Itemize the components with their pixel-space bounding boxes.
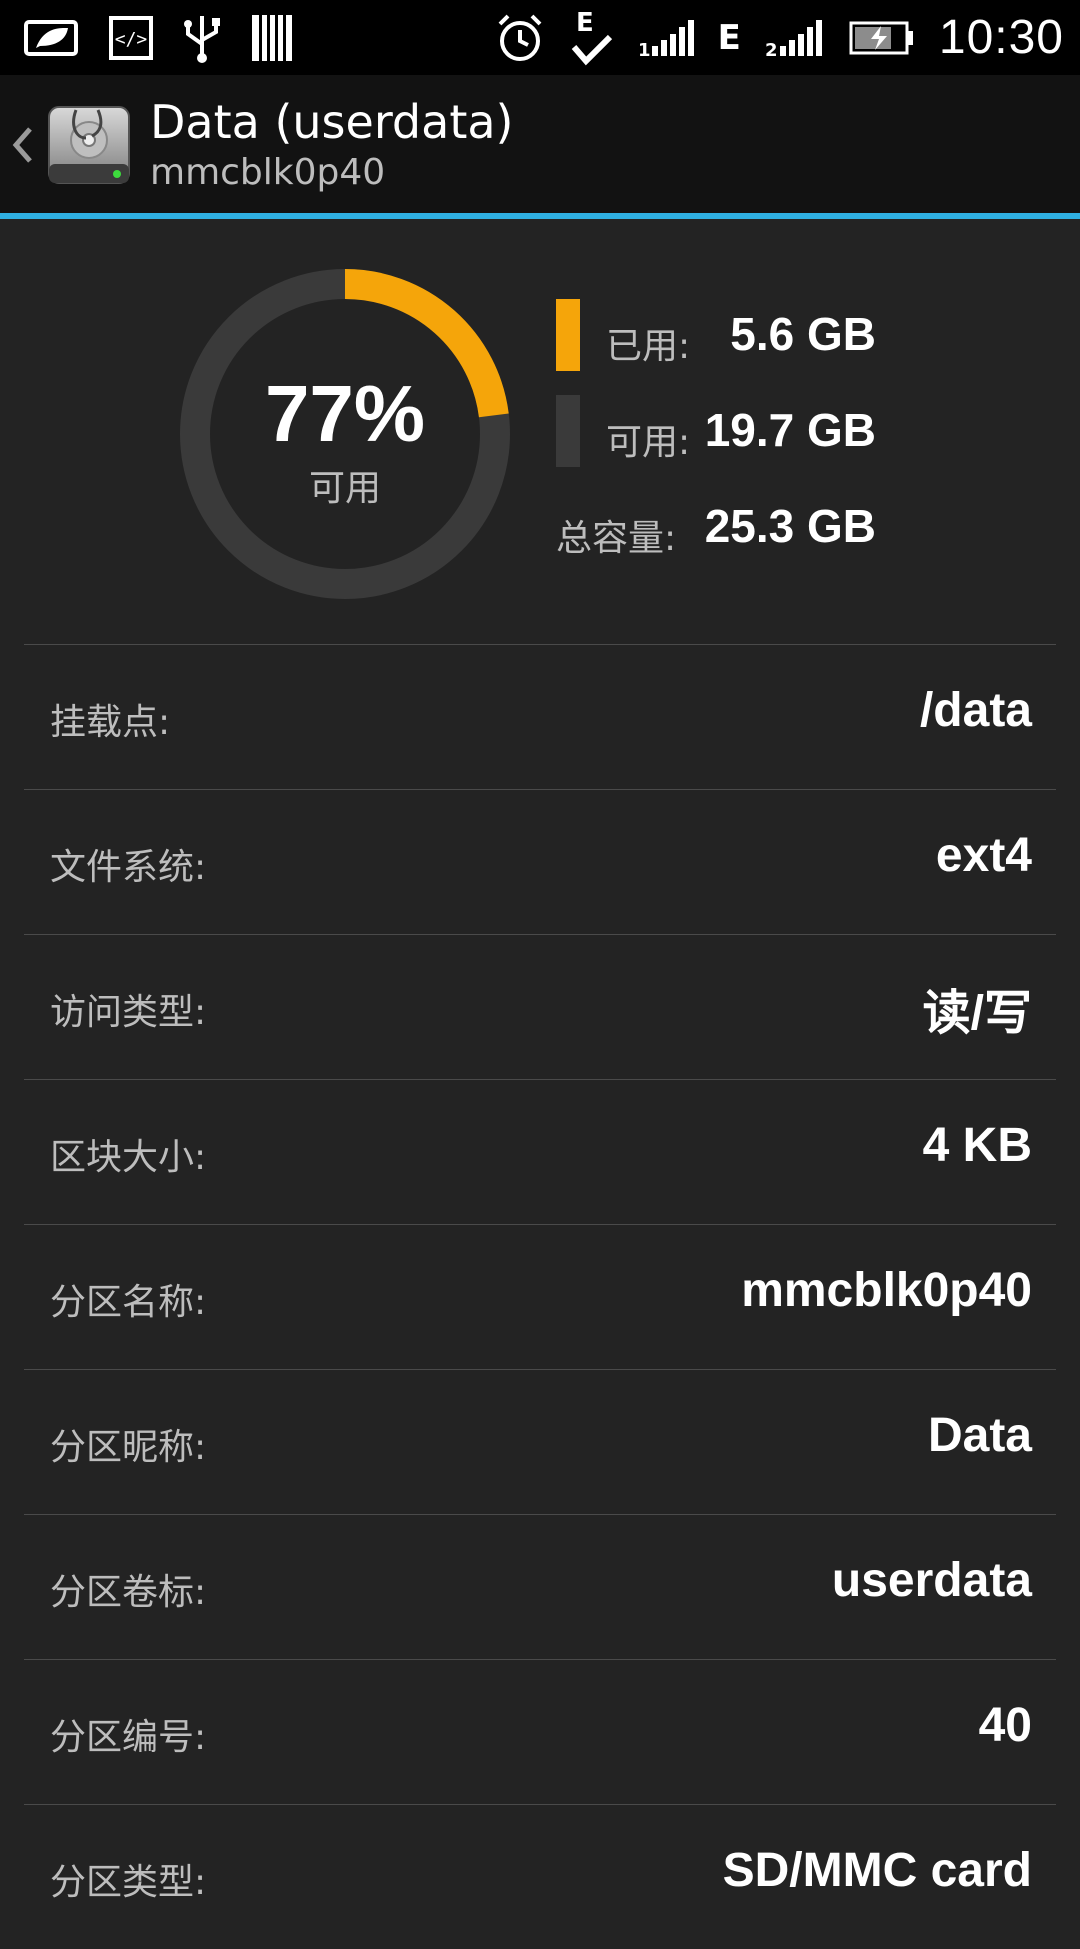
status-right-icons: E 1 E 2 10:30 [494,8,1064,68]
disk-stethoscope-icon[interactable] [46,102,132,188]
eco-battery-icon [22,8,82,68]
detail-value: /data [919,684,1032,737]
legend-used: 已用: 5.6 GB [556,299,876,395]
alarm-clock-icon [494,8,546,68]
usage-legend: 已用: 5.6 GB 可用: 19.7 GB 总容量: 25.3 GB [556,299,876,587]
detail-row: 分区卷标: userdata [24,1514,1056,1659]
detail-row: 分区类型: SD/MMC card [24,1804,1056,1949]
svg-text:2: 2 [765,40,778,58]
barcode-icon [250,8,294,68]
legend-free: 可用: 19.7 GB [556,395,876,491]
action-bar: Data (userdata) mmcblk0p40 [0,75,1080,215]
detail-label: 分区卷标: [50,1572,207,1613]
usb-icon [180,8,224,68]
detail-row: 文件系统: ext4 [24,789,1056,934]
usage-summary: 77% 可用 已用: 5.6 GB 可用: 19.7 GB 总容量: 25.3 … [0,219,1080,644]
e-check-icon: E [570,8,614,68]
detail-value: ext4 [935,829,1032,882]
detail-label: 分区编号: [50,1717,207,1758]
available-percent: 77% [264,369,426,458]
status-bar: </> E 1 E 2 10:30 [0,0,1080,75]
partition-details-list: 挂载点: /data 文件系统: ext4 访问类型: 读/写区块大小: 4 KB 分区名称:… [24,644,1056,1949]
detail-row: 区块大小: 4 KB [24,1079,1056,1224]
detail-label: 分区类型: [50,1862,207,1903]
detail-value: SD/MMC card [722,1844,1032,1897]
detail-value: 4 KB [922,1119,1032,1172]
detail-value: 40 [978,1699,1032,1752]
detail-value: 读/写 [922,987,1032,1040]
battery-charging-icon [849,8,915,68]
free-swatch [556,395,580,467]
detail-row: 挂载点: /data [24,644,1056,789]
developer-code-icon: </> [108,8,154,68]
detail-label: 分区昵称: [50,1427,207,1468]
detail-label: 挂载点: [50,702,171,743]
clock-time: 10:30 [938,11,1064,64]
page-title: Data (userdata) [150,95,514,149]
signal-1-icon: 1 [638,8,694,68]
total-value: 25.3 GB [704,500,876,552]
total-label: 总容量: [556,518,677,559]
detail-row: 分区编号: 40 [24,1659,1056,1804]
detail-value: userdata [831,1554,1032,1607]
available-percent-caption: 可用 [308,468,381,509]
svg-text:1: 1 [638,40,651,58]
network-type-1: E [717,17,741,58]
title-block: Data (userdata) mmcblk0p40 [150,94,514,196]
detail-row: 访问类型: 读/写 [24,934,1056,1079]
free-value: 19.7 GB [704,404,876,456]
detail-label: 分区名称: [50,1282,207,1323]
detail-value: mmcblk0p40 [741,1264,1032,1317]
detail-label: 文件系统: [50,847,207,888]
detail-row: 分区名称: mmcblk0p40 [24,1224,1056,1369]
page-subtitle: mmcblk0p40 [150,152,386,193]
detail-value: Data [927,1409,1032,1462]
back-chevron-icon[interactable] [10,125,40,165]
legend-total: 总容量: 25.3 GB [556,491,876,587]
svg-text:E: E [576,8,594,38]
status-left-icons: </> [22,8,294,68]
detail-label: 区块大小: [50,1137,207,1178]
detail-label: 访问类型: [50,992,207,1033]
free-label: 可用: [606,422,691,463]
signal-2-icon: 2 [765,8,825,68]
used-value: 5.6 GB [730,308,876,360]
svg-text:</>: </> [115,29,148,50]
used-swatch [556,299,580,371]
detail-row: 分区昵称: Data [24,1369,1056,1514]
used-label: 已用: [606,326,691,367]
